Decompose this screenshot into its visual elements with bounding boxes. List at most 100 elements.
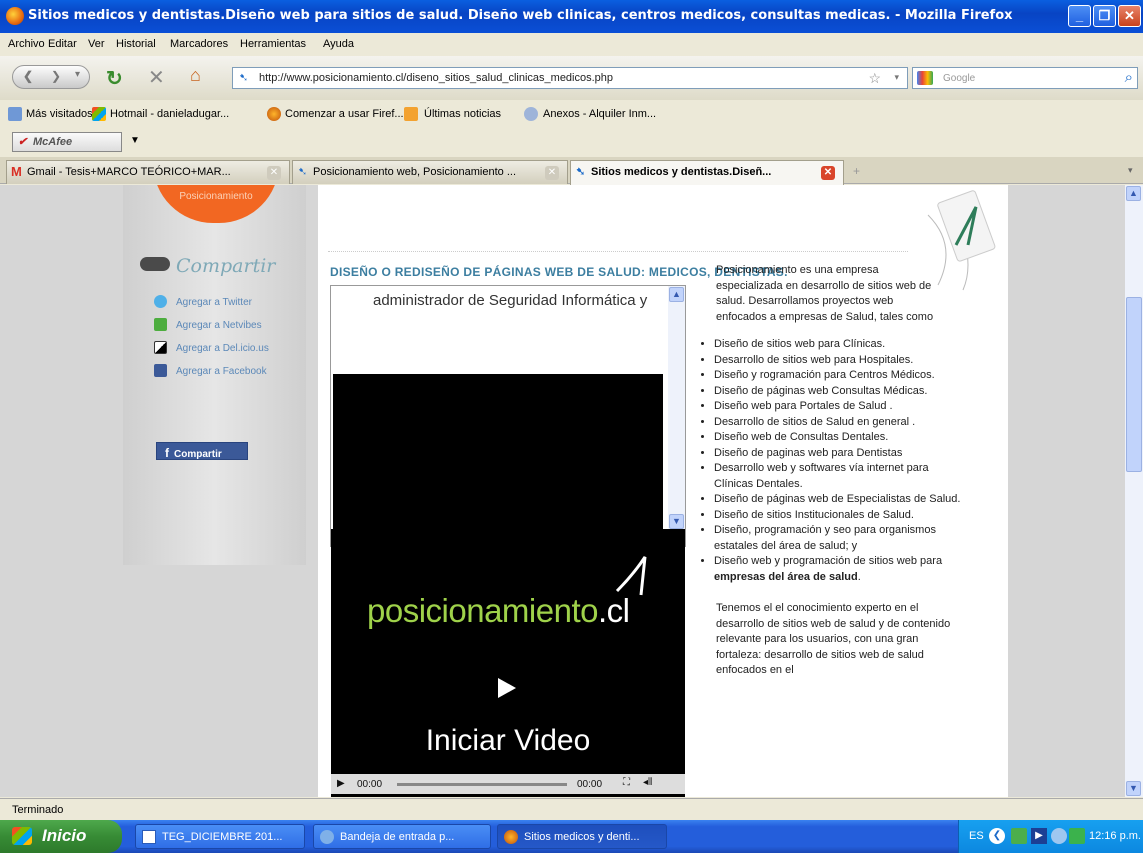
volume-icon[interactable]: ◂⫴ <box>643 777 652 788</box>
network-icon[interactable] <box>1011 828 1027 844</box>
service-item: Diseño de sitios Institucionales de Salu… <box>714 508 964 524</box>
menu-marcadores[interactable]: Marcadores <box>170 38 228 50</box>
minimize-button[interactable]: _ <box>1068 5 1091 27</box>
task-firefox[interactable]: Sitios medicos y denti... <box>497 824 667 849</box>
bookmark-anexos[interactable]: Anexos - Alquiler Inm... <box>543 108 656 120</box>
task-label: Sitios medicos y denti... <box>524 831 640 843</box>
tab-gmail[interactable]: M Gmail - Tesis+MARCO TEÓRICO+MAR... ✕ <box>6 160 290 184</box>
home-icon[interactable]: ⌂ <box>190 65 201 86</box>
close-button[interactable]: ✕ <box>1118 5 1141 27</box>
share-label[interactable]: Agregar a Facebook <box>176 366 267 377</box>
most-visited-icon <box>8 107 22 121</box>
bookmark-comenzar[interactable]: Comenzar a usar Firef... <box>285 108 404 120</box>
service-item: Diseño de páginas web de Especialistas d… <box>714 492 964 508</box>
embedded-frame[interactable]: administrador de Seguridad Informática y… <box>330 285 686 547</box>
stop-icon[interactable]: ✕ <box>148 65 165 90</box>
start-button[interactable]: Inicio <box>0 820 122 853</box>
share-netvibes[interactable]: Agregar a Netvibes <box>154 318 262 331</box>
tab-sitios-medicos[interactable]: ➷ Sitios medicos y dentistas.Diseñ... ✕ <box>570 160 844 185</box>
share-label[interactable]: Agregar a Netvibes <box>176 320 262 331</box>
page-scroll-up-icon[interactable]: ▲ <box>1126 186 1141 201</box>
share-heading-text: Compartir <box>176 255 276 277</box>
title-bar: Sitios medicos y dentistas.Diseño web pa… <box>0 0 1143 33</box>
time-total: 00:00 <box>577 779 603 790</box>
share-facebook[interactable]: Agregar a Facebook <box>154 364 267 377</box>
fullscreen-icon[interactable]: ⛶ <box>623 777 630 788</box>
tab-list-icon[interactable]: ▾ <box>1128 165 1133 176</box>
task-outlook[interactable]: Bandeja de entrada p... <box>313 824 491 849</box>
frame-vertical-scrollbar[interactable]: ▲ ▼ <box>668 286 685 531</box>
tab-posicionamiento[interactable]: ➷ Posicionamiento web, Posicionamiento .… <box>292 160 568 184</box>
facebook-f-icon: f <box>165 446 169 460</box>
bookmark-ultimas-noticias[interactable]: Últimas noticias <box>424 108 501 120</box>
play-icon[interactable] <box>498 678 516 698</box>
bookmark-mas-visitados[interactable]: Más visitados <box>26 108 93 120</box>
back-icon[interactable]: ❮ <box>23 69 33 83</box>
page-scroll-thumb[interactable] <box>1126 297 1142 472</box>
service-item: Diseño y rogramación para Centros Médico… <box>714 368 964 384</box>
mcafee-button[interactable]: ✔ McAfee <box>12 132 122 152</box>
page-scroll-down-icon[interactable]: ▼ <box>1126 781 1141 796</box>
share-heading: Compartir <box>140 255 275 277</box>
video-logo: posicionamiento.cl <box>367 592 630 630</box>
menu-archivo[interactable]: Archivo <box>8 38 45 50</box>
control-play-icon[interactable]: ▶ <box>337 778 345 789</box>
menu-ayuda[interactable]: Ayuda <box>323 38 354 50</box>
outro-paragraph: Tenemos el el conocimiento experto en el… <box>716 602 951 676</box>
services-list: Diseño de sitios web para Clínicas. Desa… <box>696 337 964 585</box>
monitor-icon[interactable] <box>1069 828 1085 844</box>
share-label[interactable]: Agregar a Twitter <box>176 297 252 308</box>
menu-historial[interactable]: Historial <box>116 38 156 50</box>
history-dropdown-icon[interactable]: ▾ <box>75 69 80 80</box>
addon-toolbar: ✔ McAfee ▼ <box>0 128 1143 156</box>
forward-icon[interactable]: ❯ <box>51 69 61 83</box>
bookmark-star-icon[interactable]: ☆ <box>868 70 881 87</box>
url-text[interactable]: http://www.posicionamiento.cl/diseno_sit… <box>259 72 613 84</box>
system-tray: ES ❮ ▶ 12:16 p.m. <box>958 820 1143 853</box>
frame-black-area <box>333 374 663 529</box>
service-item: Diseño, programación y seo para organism… <box>714 523 964 554</box>
status-text: Terminado <box>12 804 64 816</box>
tray-arrow-icon[interactable]: ❮ <box>989 828 1005 844</box>
language-indicator[interactable]: ES <box>969 830 984 842</box>
service-item: Diseño de sitios web para Clínicas. <box>714 337 964 353</box>
url-dropdown-icon[interactable]: ▾ <box>894 72 899 83</box>
site-identity-icon[interactable]: ➷ <box>239 71 248 84</box>
maximize-button[interactable]: ❐ <box>1093 5 1116 27</box>
task-word-document[interactable]: TEG_DICIEMBRE 201... <box>135 824 305 849</box>
share-twitter[interactable]: Agregar a Twitter <box>154 295 252 308</box>
tab-close-icon[interactable]: ✕ <box>545 166 559 180</box>
back-forward-buttons[interactable]: ❮ ❯ ▾ <box>12 65 90 89</box>
reload-icon[interactable]: ↻ <box>106 66 123 91</box>
search-placeholder[interactable]: Google <box>943 73 975 84</box>
tab-close-icon[interactable]: ✕ <box>821 166 835 180</box>
progress-track[interactable] <box>397 783 567 786</box>
clock: 12:16 p.m. <box>1089 830 1141 842</box>
addon-dropdown-icon[interactable]: ▼ <box>130 135 140 146</box>
search-icon[interactable]: ⌕ <box>1125 69 1133 86</box>
menu-herramientas[interactable]: Herramientas <box>240 38 306 50</box>
service-item: Desarrollo de sitios web para Hospitales… <box>714 353 964 369</box>
share-label[interactable]: Agregar a Del.icio.us <box>176 343 269 354</box>
mcafee-shield-icon: ✔ <box>18 136 28 148</box>
url-bar[interactable]: ➷ http://www.posicionamiento.cl/diseno_s… <box>232 67 908 89</box>
media-icon[interactable]: ▶ <box>1031 828 1047 844</box>
start-video-label[interactable]: Iniciar Video <box>331 724 685 758</box>
bookmark-hotmail[interactable]: Hotmail - danieladugar... <box>110 108 229 120</box>
antivirus-icon[interactable] <box>1051 828 1067 844</box>
new-tab-icon[interactable]: + <box>853 164 860 178</box>
google-engine-icon[interactable] <box>917 71 933 85</box>
menu-editar[interactable]: Editar <box>48 38 77 50</box>
video-player[interactable]: posicionamiento.cl Iniciar Video ▶ 00:00… <box>331 529 685 797</box>
facebook-share-button[interactable]: f Compartir <box>156 442 248 460</box>
tab-close-icon[interactable]: ✕ <box>267 166 281 180</box>
menu-ver[interactable]: Ver <box>88 38 105 50</box>
page-vertical-scrollbar[interactable]: ▲ ▼ <box>1125 185 1143 797</box>
share-delicious[interactable]: Agregar a Del.icio.us <box>154 341 269 354</box>
search-box[interactable]: Google ⌕ <box>912 67 1138 89</box>
scroll-down-icon[interactable]: ▼ <box>669 514 684 529</box>
firefox-task-icon <box>504 830 518 844</box>
facebook-share-label: Compartir <box>174 449 222 460</box>
twitter-icon <box>154 295 167 308</box>
scroll-up-icon[interactable]: ▲ <box>669 287 684 302</box>
